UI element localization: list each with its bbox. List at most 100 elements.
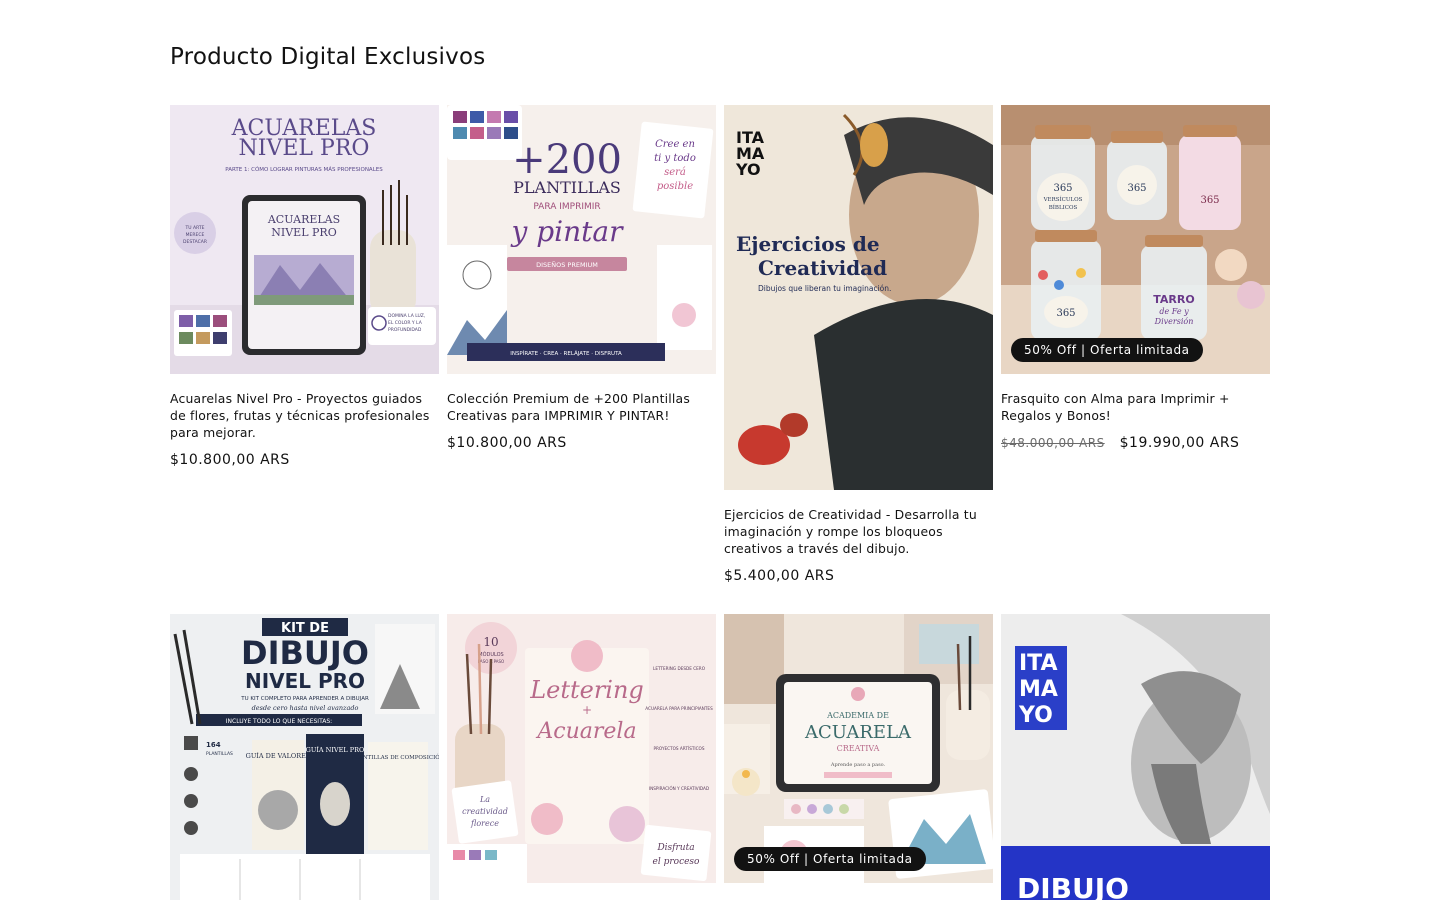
product-image[interactable]: ITA MA YO Ejercicios de Creatividad Dibu… bbox=[724, 105, 993, 490]
svg-text:CREATIVA: CREATIVA bbox=[837, 744, 880, 753]
product-image-art: ITA MA YO Ejercicios de Creatividad Dibu… bbox=[724, 105, 993, 490]
svg-text:de Fe y: de Fe y bbox=[1159, 307, 1189, 316]
svg-text:TARRO: TARRO bbox=[1153, 293, 1194, 306]
svg-text:La: La bbox=[479, 795, 490, 804]
svg-text:ACADEMIA DE: ACADEMIA DE bbox=[826, 711, 889, 720]
svg-text:NIVEL PRO: NIVEL PRO bbox=[245, 669, 365, 693]
svg-text:ACUARELA PARA PRINCIPIANTES: ACUARELA PARA PRINCIPIANTES bbox=[645, 706, 713, 711]
product-title[interactable]: Frasquito con Alma para Imprimir + Regal… bbox=[1001, 390, 1270, 424]
product-card[interactable]: DIBUJO ITA MA YO bbox=[1001, 614, 1270, 916]
svg-text:EL COLOR Y LA: EL COLOR Y LA bbox=[388, 320, 423, 326]
svg-text:TU ARTE: TU ARTE bbox=[185, 225, 205, 231]
svg-text:PARTE 1: CÓMO LOGRAR PINTURAS: PARTE 1: CÓMO LOGRAR PINTURAS MÁS PROFES… bbox=[225, 166, 383, 173]
svg-text:INSPÍRATE · CREA · RELÁJATE ·: INSPÍRATE · CREA · RELÁJATE · DISFRUTA bbox=[510, 350, 622, 357]
svg-text:+200: +200 bbox=[512, 137, 622, 183]
svg-text:NIVEL PRO: NIVEL PRO bbox=[239, 136, 370, 161]
svg-text:10: 10 bbox=[483, 635, 498, 649]
svg-text:PROYECTOS ARTÍSTICOS: PROYECTOS ARTÍSTICOS bbox=[653, 746, 704, 751]
svg-text:MERECE: MERECE bbox=[186, 232, 205, 238]
product-image[interactable]: ACADEMIA DE ACUARELA CREATIVA Aprende pa… bbox=[724, 614, 993, 883]
product-card[interactable]: ACADEMIA DE ACUARELA CREATIVA Aprende pa… bbox=[724, 614, 993, 899]
product-image[interactable]: 365 VERSÍCULOS BÍBLICOS 365 365 365 TARR… bbox=[1001, 105, 1270, 374]
product-image[interactable]: DIBUJO ITA MA YO bbox=[1001, 614, 1270, 900]
svg-text:PLANTILLAS: PLANTILLAS bbox=[206, 751, 233, 757]
product-image-art: DIBUJO ITA MA YO bbox=[1001, 614, 1270, 900]
product-image[interactable]: KIT DE DIBUJO NIVEL PRO TU KIT COMPLETO … bbox=[170, 614, 439, 900]
svg-text:y pintar: y pintar bbox=[510, 215, 625, 248]
svg-text:MÓDULOS: MÓDULOS bbox=[478, 651, 503, 658]
product-image-art: +200 PLANTILLAS PARA IMPRIMIR y pintar D… bbox=[447, 105, 716, 374]
svg-text:YO: YO bbox=[735, 160, 761, 179]
product-image-art: ACUARELAS NIVEL PRO PARTE 1: CÓMO LOGRAR… bbox=[170, 105, 439, 374]
svg-text:VERSÍCULOS: VERSÍCULOS bbox=[1043, 196, 1083, 203]
svg-text:NIVEL PRO: NIVEL PRO bbox=[271, 226, 336, 239]
svg-text:365: 365 bbox=[1200, 195, 1219, 206]
svg-text:YO: YO bbox=[1018, 703, 1053, 728]
product-card[interactable]: ACUARELAS NIVEL PRO PARTE 1: CÓMO LOGRAR… bbox=[170, 105, 439, 468]
product-image-art: 10 MÓDULOS PASO A PASO Lettering + Acuar… bbox=[447, 614, 716, 883]
svg-text:DISEÑOS PREMIUM: DISEÑOS PREMIUM bbox=[536, 260, 598, 269]
svg-text:ITA: ITA bbox=[1019, 651, 1058, 676]
svg-text:164: 164 bbox=[206, 741, 221, 749]
svg-text:Aprende paso a paso.: Aprende paso a paso. bbox=[830, 762, 886, 768]
svg-text:Ejercicios de: Ejercicios de bbox=[736, 232, 880, 256]
svg-text:será: será bbox=[664, 167, 686, 178]
product-title[interactable]: Colección Premium de +200 Plantillas Cre… bbox=[447, 390, 716, 424]
product-title[interactable]: Ejercicios de Creatividad - Desarrolla t… bbox=[724, 506, 993, 557]
product-price: $10.800,00 ARS bbox=[447, 435, 567, 451]
svg-text:365: 365 bbox=[1053, 183, 1072, 194]
svg-text:Lettering: Lettering bbox=[529, 676, 644, 704]
svg-text:DOMINA LA LUZ,: DOMINA LA LUZ, bbox=[388, 313, 425, 319]
sale-badge: 50% Off | Oferta limitada bbox=[734, 847, 926, 871]
product-image-art: KIT DE DIBUJO NIVEL PRO TU KIT COMPLETO … bbox=[170, 614, 439, 900]
sale-badge: 50% Off | Oferta limitada bbox=[1011, 338, 1203, 362]
product-image-art: ACADEMIA DE ACUARELA CREATIVA Aprende pa… bbox=[724, 614, 993, 883]
product-card[interactable]: KIT DE DIBUJO NIVEL PRO TU KIT COMPLETO … bbox=[170, 614, 439, 916]
svg-text:LETTERING DESDE CERO: LETTERING DESDE CERO bbox=[653, 666, 706, 671]
svg-text:GUÍA NIVEL PRO: GUÍA NIVEL PRO bbox=[306, 745, 365, 754]
svg-text:DIBUJO: DIBUJO bbox=[1017, 872, 1129, 900]
svg-text:ACUARELA: ACUARELA bbox=[804, 722, 912, 743]
svg-text:365: 365 bbox=[1056, 308, 1075, 319]
svg-text:PLANTILLAS DE COMPOSICIÓN: PLANTILLAS DE COMPOSICIÓN bbox=[351, 753, 439, 761]
product-card[interactable]: ITA MA YO Ejercicios de Creatividad Dibu… bbox=[724, 105, 993, 584]
svg-text:DIBUJO: DIBUJO bbox=[241, 634, 369, 672]
svg-text:creatividad: creatividad bbox=[462, 807, 508, 816]
svg-text:PARA IMPRIMIR: PARA IMPRIMIR bbox=[533, 202, 600, 212]
svg-text:BÍBLICOS: BÍBLICOS bbox=[1049, 204, 1078, 211]
svg-text:INSPIRACIÓN Y CREATIVIDAD: INSPIRACIÓN Y CREATIVIDAD bbox=[649, 786, 709, 791]
sale-price: $19.990,00 ARS bbox=[1119, 435, 1240, 451]
svg-text:Diversión: Diversión bbox=[1154, 317, 1194, 326]
section-title: Producto Digital Exclusivos bbox=[170, 44, 486, 70]
product-image[interactable]: ACUARELAS NIVEL PRO PARTE 1: CÓMO LOGRAR… bbox=[170, 105, 439, 374]
svg-text:GUÍA DE VALORES: GUÍA DE VALORES bbox=[246, 751, 311, 760]
svg-text:365: 365 bbox=[1127, 183, 1146, 194]
svg-text:desde cero hasta nivel avanzad: desde cero hasta nivel avanzado bbox=[252, 704, 359, 712]
original-price: $48.000,00 ARS bbox=[1001, 436, 1105, 450]
product-image[interactable]: 10 MÓDULOS PASO A PASO Lettering + Acuar… bbox=[447, 614, 716, 883]
product-image-art: 365 VERSÍCULOS BÍBLICOS 365 365 365 TARR… bbox=[1001, 105, 1270, 374]
svg-text:+: + bbox=[582, 703, 592, 717]
svg-text:Dibujos que liberan tu imagina: Dibujos que liberan tu imaginación. bbox=[758, 284, 891, 293]
svg-text:TU KIT COMPLETO PARA APRENDER: TU KIT COMPLETO PARA APRENDER A DIBUJAR bbox=[240, 696, 369, 702]
svg-text:DESTACAR: DESTACAR bbox=[183, 239, 207, 245]
svg-text:Disfruta: Disfruta bbox=[656, 843, 694, 853]
product-price: $48.000,00 ARS $19.990,00 ARS bbox=[1001, 435, 1270, 451]
svg-text:el proceso: el proceso bbox=[653, 857, 701, 867]
product-card[interactable]: +200 PLANTILLAS PARA IMPRIMIR y pintar D… bbox=[447, 105, 716, 451]
product-card[interactable]: 10 MÓDULOS PASO A PASO Lettering + Acuar… bbox=[447, 614, 716, 899]
product-title[interactable]: Acuarelas Nivel Pro - Proyectos guiados … bbox=[170, 390, 439, 441]
product-card[interactable]: 365 VERSÍCULOS BÍBLICOS 365 365 365 TARR… bbox=[1001, 105, 1270, 451]
svg-text:PROFUNDIDAD: PROFUNDIDAD bbox=[388, 327, 422, 333]
product-price: $5.400,00 ARS bbox=[724, 568, 835, 584]
svg-text:MA: MA bbox=[1019, 677, 1058, 702]
svg-text:florece: florece bbox=[470, 819, 499, 828]
svg-text:posible: posible bbox=[657, 181, 693, 192]
svg-text:PLANTILLAS: PLANTILLAS bbox=[513, 178, 621, 197]
svg-text:INCLUYE TODO LO QUE NECESITAS:: INCLUYE TODO LO QUE NECESITAS: bbox=[226, 718, 332, 725]
svg-text:Cree en: Cree en bbox=[655, 139, 695, 150]
svg-text:ACUARELAS: ACUARELAS bbox=[267, 213, 340, 226]
product-image[interactable]: +200 PLANTILLAS PARA IMPRIMIR y pintar D… bbox=[447, 105, 716, 374]
svg-text:Creatividad: Creatividad bbox=[758, 256, 887, 280]
product-price: $10.800,00 ARS bbox=[170, 452, 290, 468]
